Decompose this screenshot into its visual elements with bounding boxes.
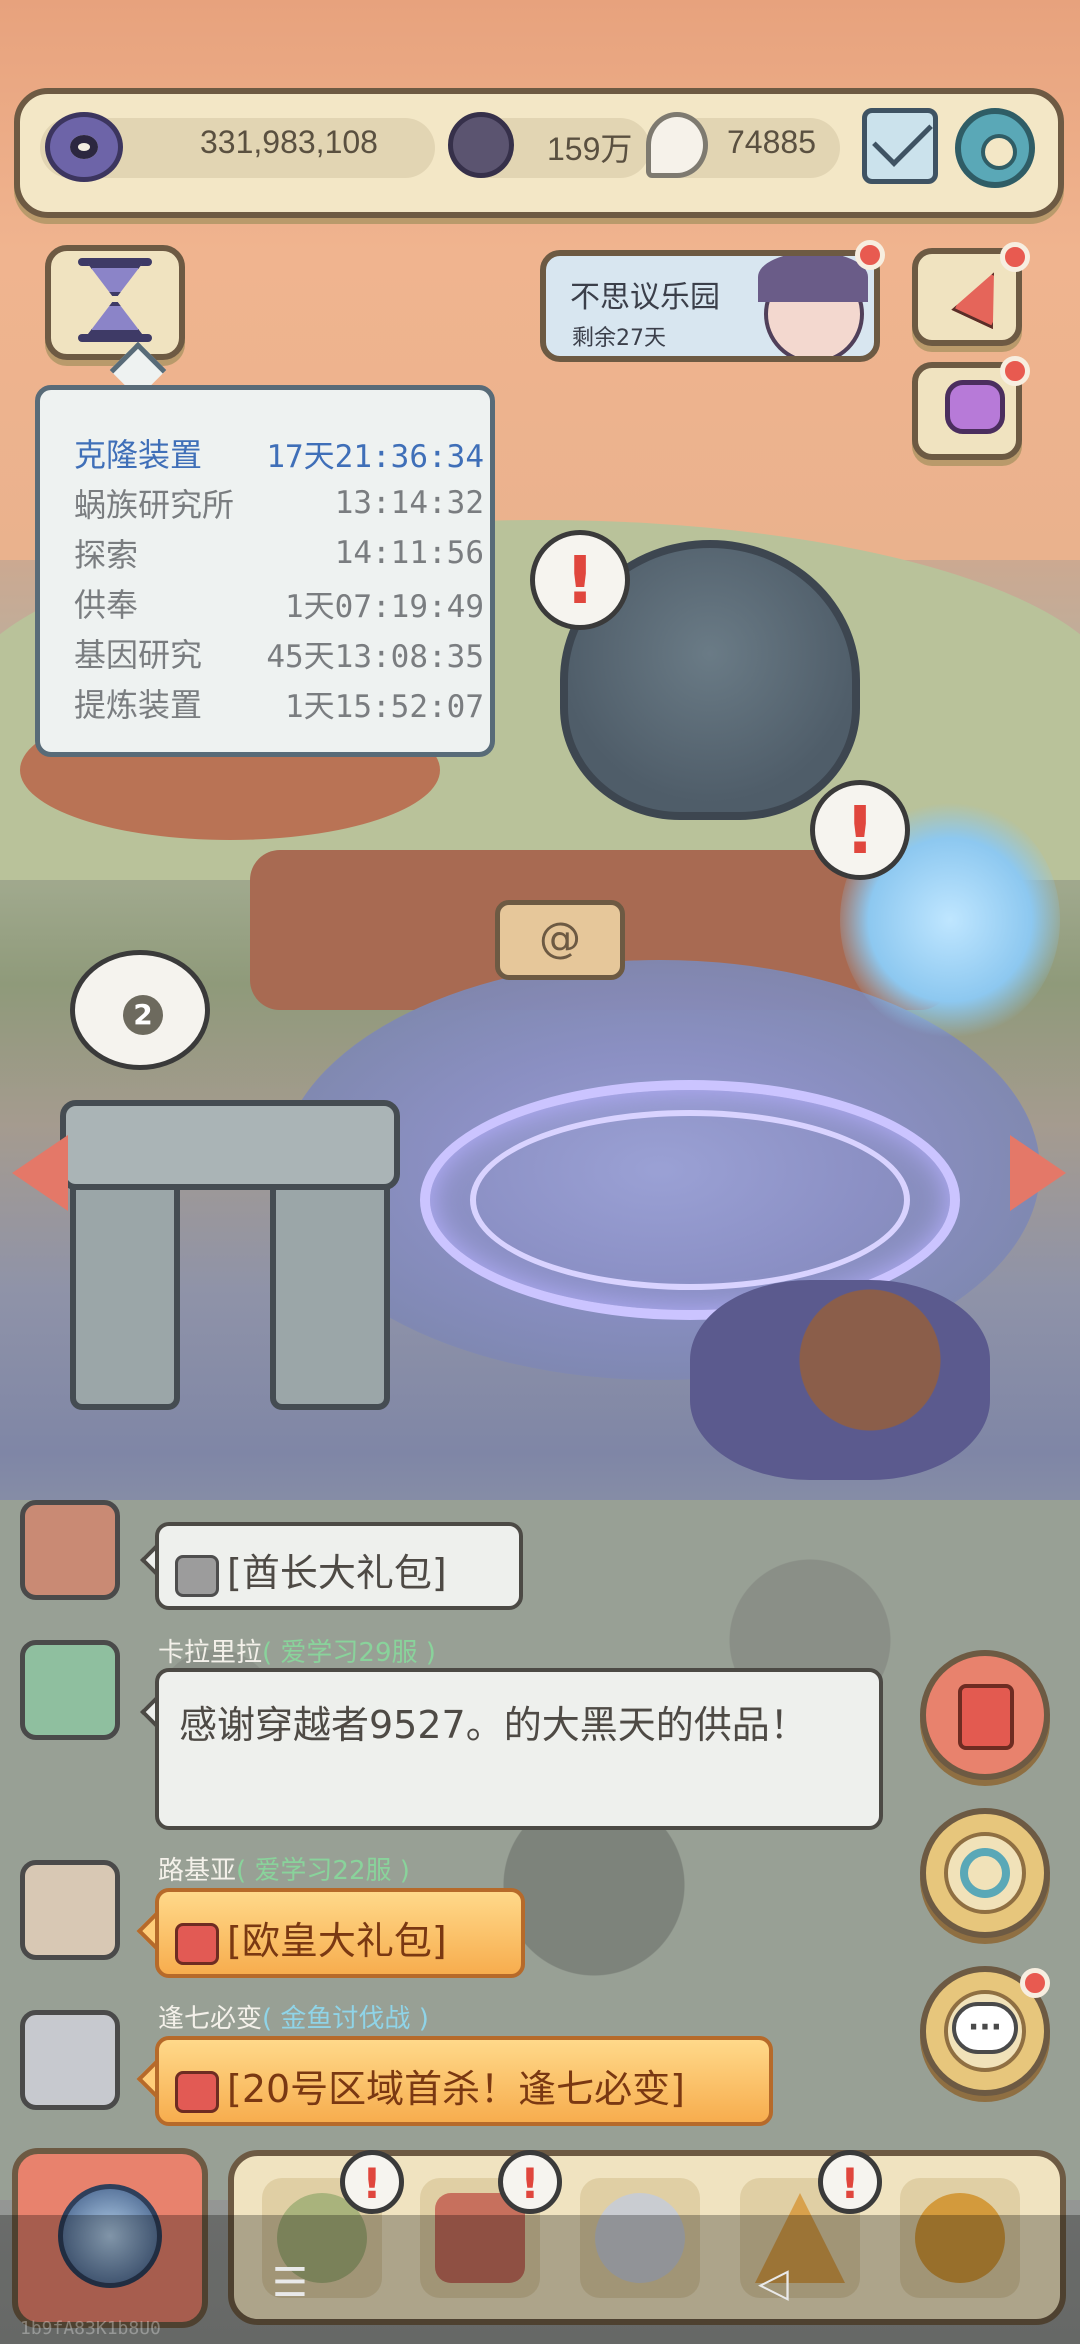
quest-notification-dot: [1000, 356, 1030, 386]
event-banner[interactable]: 不思议乐园 剩余27天: [540, 250, 880, 362]
nav-alert-icon: !: [818, 2150, 882, 2214]
hourglass-icon: [78, 258, 152, 342]
scroll-right-arrow-icon[interactable]: [1010, 1135, 1066, 1211]
chat-text-message[interactable]: 感谢穿越者9527。的大黑天的供品！: [155, 1668, 883, 1830]
system-nav-bar: [0, 2215, 1080, 2344]
nav-alert-icon: !: [340, 2150, 404, 2214]
timer-row: 供奉 1天07:19:49: [74, 586, 484, 625]
celebration-notification-dot: [1000, 242, 1030, 272]
chat-sender: 卡拉里拉( 爱学习29服 ): [158, 1638, 436, 1668]
event-remaining: 剩余27天: [572, 326, 666, 351]
timer-row: 提炼装置 1天15:52:07: [74, 686, 484, 725]
mail-icon[interactable]: [862, 108, 938, 184]
timer-row: 蜗族研究所 13:14:32: [74, 485, 484, 524]
event-character-icon: [758, 256, 868, 356]
chat-notification-dot: [1020, 1968, 1050, 1998]
stone-altar-building[interactable]: [40, 1060, 410, 1420]
eye-icon: [45, 112, 123, 182]
watermark: 1b9fA83K1b8U0: [20, 2318, 161, 2339]
magic-circle-inner: [470, 1110, 910, 1290]
coin-value: 159万: [547, 131, 633, 167]
gift-package-icon: [175, 1554, 219, 1597]
chat-sender: 路基亚( 爱学习22服 ): [158, 1856, 410, 1886]
menu-icon[interactable]: ☰: [272, 2260, 308, 2306]
timer-row: 克隆装置 17天21:36:34: [74, 436, 484, 475]
gift-package-icon: [175, 2070, 219, 2113]
chat-gift-message[interactable]: [欧皇大礼包]: [155, 1888, 525, 1978]
altar-thought-bubble[interactable]: 2: [70, 950, 210, 1070]
event-notification-dot: [855, 240, 885, 270]
ring-icon: [960, 1848, 1010, 1898]
red-packet-icon: [958, 1684, 1014, 1750]
avatar[interactable]: [20, 1500, 120, 1600]
avatar[interactable]: [20, 2010, 120, 2110]
stone-lintel: [60, 1100, 400, 1190]
hanging-sign[interactable]: [495, 900, 625, 980]
nav-alert-icon: !: [498, 2150, 562, 2214]
timers-tooltip: 克隆装置 17天21:36:34 蜗族研究所 13:14:32 探索 14:11:56…: [35, 385, 495, 757]
drop-value: 74885: [727, 124, 816, 160]
machine-alert-icon[interactable]: !: [530, 530, 630, 630]
timer-row: 探索 14:11:56: [74, 535, 484, 574]
scroll-left-arrow-icon[interactable]: [12, 1135, 68, 1211]
white-drop-icon: [646, 112, 708, 178]
chat-gift-message[interactable]: [酋长大礼包]: [155, 1522, 523, 1610]
dark-coin-icon: [448, 112, 514, 178]
thought-count: 2: [123, 995, 163, 1035]
chat-sender: 逢七必变( 金鱼讨伐战 ): [158, 2004, 429, 2034]
avatar[interactable]: [20, 1860, 120, 1960]
speech-bubble-icon: [952, 2002, 1018, 2054]
avatar[interactable]: [20, 1640, 120, 1740]
back-icon[interactable]: ◁: [758, 2260, 789, 2306]
snake-treasure-chest[interactable]: [690, 1280, 990, 1480]
gear-icon[interactable]: [955, 108, 1035, 188]
party-popper-icon: [940, 260, 1010, 320]
gift-package-icon: [175, 1922, 219, 1965]
chat-gift-message[interactable]: [20号区域首杀！逢七必变]: [155, 2036, 773, 2126]
event-title: 不思议乐园: [570, 280, 720, 315]
timer-row: 基因研究 45天13:08:35: [74, 636, 484, 675]
purple-speech-icon: [945, 380, 1005, 434]
eye-value: 331,983,108: [200, 124, 378, 160]
ring-button[interactable]: [920, 1808, 1050, 1938]
portal-alert-icon[interactable]: !: [810, 780, 910, 880]
red-packet-button[interactable]: [920, 1650, 1050, 1780]
